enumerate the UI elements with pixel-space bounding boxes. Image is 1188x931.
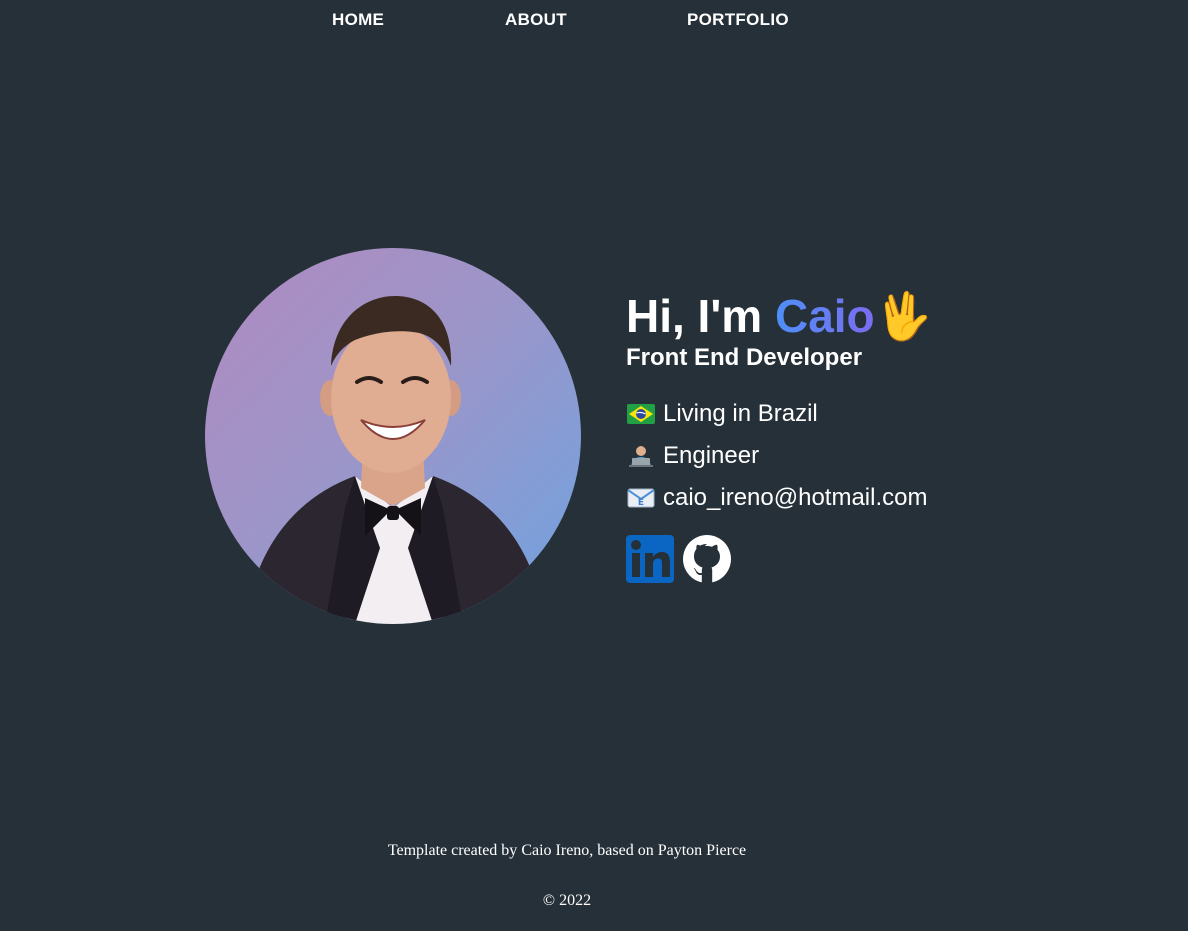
- footer-credit-author[interactable]: Caio Ireno: [521, 842, 589, 859]
- greeting-prefix: Hi, I'm: [626, 290, 775, 342]
- greeting-name: Caio: [774, 290, 875, 342]
- job-title: Front End Developer: [626, 344, 863, 371]
- fact-email-text[interactable]: caio_ireno@hotmail.com: [663, 477, 927, 519]
- greeting-heading: Hi, I'm Caio🖖: [626, 288, 1166, 344]
- fact-occupation: Engineer: [626, 435, 1166, 477]
- facts-list: Living in Brazil Engineer E caio_ireno@h…: [626, 393, 1166, 519]
- footer-credit-prefix: Template created by: [387, 842, 522, 859]
- fact-location: Living in Brazil: [626, 393, 1166, 435]
- svg-text:E: E: [638, 498, 644, 508]
- linkedin-link[interactable]: [626, 535, 674, 583]
- intro-section: Hi, I'm Caio🖖 Front End Developer Living…: [626, 288, 1166, 583]
- footer-credit: Template created by Caio Ireno, based on…: [0, 842, 1134, 860]
- wave-emoji-icon: 🖖: [874, 290, 932, 342]
- github-link[interactable]: [683, 535, 731, 583]
- footer-copyright: © 2022: [542, 892, 592, 909]
- profile-photo-illustration: [245, 296, 545, 624]
- email-icon: E: [627, 488, 655, 508]
- technologist-icon: [629, 446, 653, 467]
- nav-link-about[interactable]: ABOUT: [505, 10, 567, 30]
- linkedin-icon: [626, 535, 674, 583]
- fact-email: E caio_ireno@hotmail.com: [626, 477, 1166, 519]
- social-links: [626, 535, 1166, 583]
- profile-photo: [205, 248, 581, 624]
- top-nav: HOME ABOUT PORTFOLIO: [0, 0, 1188, 40]
- nav-link-home[interactable]: HOME: [332, 10, 384, 30]
- footer-credit-middle: , based on: [589, 842, 658, 859]
- github-icon: [683, 535, 731, 583]
- footer-credit-source[interactable]: Payton Pierce: [658, 842, 746, 859]
- fact-occupation-text: Engineer: [663, 442, 760, 469]
- nav-link-portfolio[interactable]: PORTFOLIO: [687, 10, 789, 30]
- fact-location-text: Living in Brazil: [663, 400, 818, 427]
- brazil-flag-icon: [627, 404, 655, 424]
